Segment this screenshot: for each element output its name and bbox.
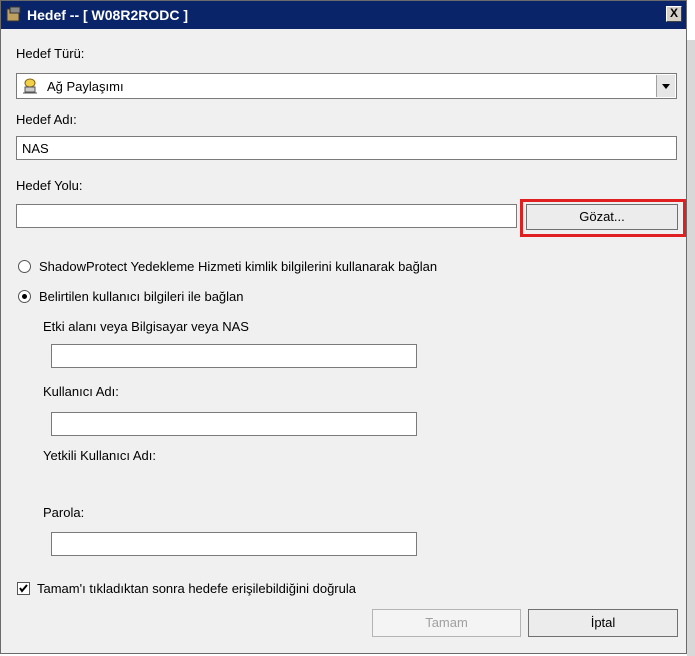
domain-input[interactable]	[51, 344, 417, 368]
domain-label: Etki alanı veya Bilgisayar veya NAS	[43, 319, 249, 334]
admin-username-label: Yetkili Kullanıcı Adı:	[43, 448, 156, 463]
highlight-box	[520, 199, 686, 237]
window-title: Hedef -- [ W08R2RODC ]	[27, 7, 189, 23]
radio-user-credentials[interactable]	[18, 290, 31, 303]
title-bar: Hedef -- [ W08R2RODC ] X	[1, 1, 686, 29]
username-label: Kullanıcı Adı:	[43, 384, 119, 399]
verify-label: Tamam'ı tıkladıktan sonra hedefe erişile…	[37, 581, 356, 596]
radio-service-credentials-label: ShadowProtect Yedekleme Hizmeti kimlik b…	[39, 259, 438, 274]
target-name-input[interactable]: NAS	[16, 136, 677, 160]
dropdown-button[interactable]	[656, 75, 675, 97]
close-button[interactable]: X	[666, 6, 682, 22]
close-icon: X	[669, 6, 678, 20]
radio-service-credentials[interactable]	[18, 260, 31, 273]
username-input[interactable]	[51, 412, 417, 436]
cancel-button[interactable]: İptal	[528, 609, 678, 637]
checkmark-icon	[19, 584, 28, 593]
password-label: Parola:	[43, 505, 85, 520]
target-name-value: NAS	[22, 141, 49, 156]
ok-button[interactable]: Tamam	[372, 609, 521, 637]
target-dialog: Hedef -- [ W08R2RODC ] X Hedef Türü: Ağ …	[0, 0, 687, 654]
target-path-label: Hedef Yolu:	[16, 178, 83, 193]
app-icon	[6, 6, 21, 22]
target-path-input[interactable]	[16, 204, 517, 228]
chevron-down-icon	[662, 84, 670, 89]
network-share-icon	[23, 78, 37, 94]
target-type-label: Hedef Türü:	[16, 46, 85, 61]
radio-user-credentials-label: Belirtilen kullanıcı bilgileri ile bağla…	[39, 289, 244, 304]
target-type-select[interactable]: Ağ Paylaşımı	[16, 73, 677, 99]
target-name-label: Hedef Adı:	[16, 112, 77, 127]
radio-selected-dot	[22, 294, 27, 299]
target-type-value: Ağ Paylaşımı	[47, 79, 124, 94]
background-edge	[687, 40, 695, 656]
verify-checkbox[interactable]	[17, 582, 30, 595]
password-input[interactable]	[51, 532, 417, 556]
